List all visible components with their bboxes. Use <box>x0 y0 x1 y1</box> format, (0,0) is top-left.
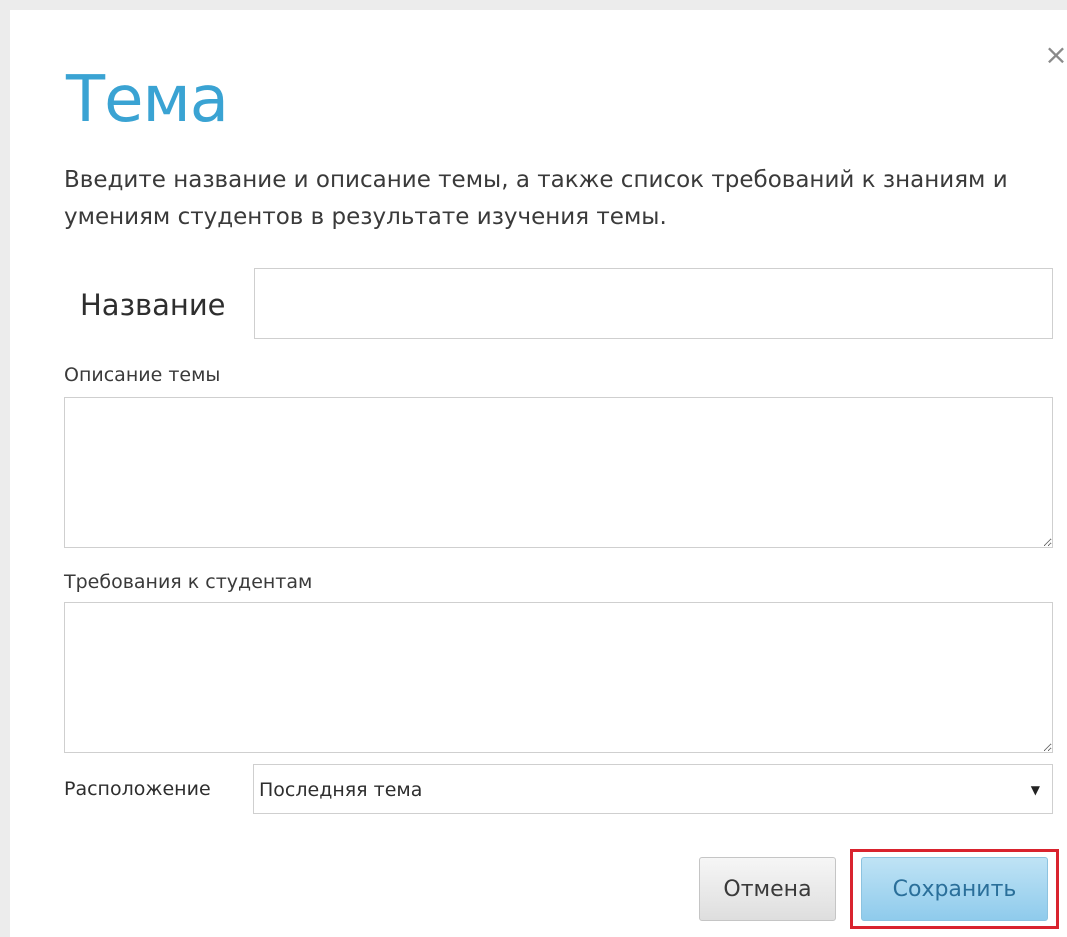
name-input[interactable] <box>254 268 1053 339</box>
requirements-label: Требования к студентам <box>64 571 313 593</box>
description-textarea[interactable] <box>64 397 1053 548</box>
requirements-textarea[interactable] <box>64 602 1053 753</box>
name-label: Название <box>80 288 226 322</box>
location-select[interactable]: Последняя тема ▼ <box>253 764 1053 814</box>
cancel-button[interactable]: Отмена <box>699 857 836 921</box>
location-label: Расположение <box>64 778 211 800</box>
topic-dialog: × Тема Введите название и описание темы,… <box>10 10 1067 937</box>
dialog-title: Тема <box>66 63 229 137</box>
caret-down-icon: ▼ <box>1030 783 1040 797</box>
description-label: Описание темы <box>64 364 221 386</box>
location-selected-value: Последняя тема <box>259 779 423 801</box>
dialog-description: Введите название и описание темы, а такж… <box>64 167 1008 230</box>
close-icon[interactable]: × <box>1041 40 1067 70</box>
save-button[interactable]: Сохранить <box>861 857 1048 921</box>
